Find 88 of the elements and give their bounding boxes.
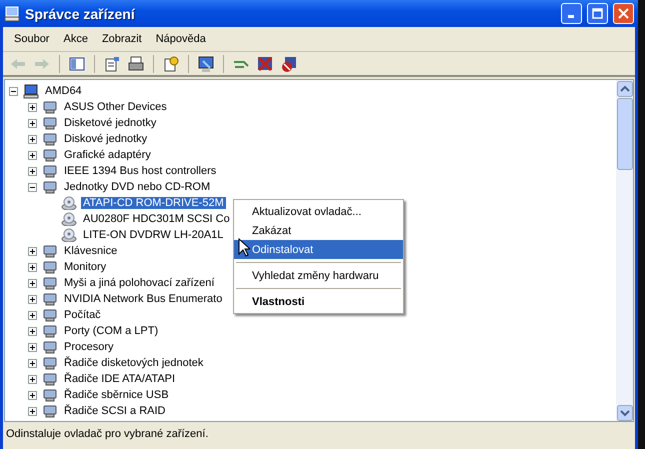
minimize-button[interactable] xyxy=(561,3,582,24)
computer-icon xyxy=(4,6,20,22)
expand-icon[interactable] xyxy=(28,390,37,400)
expand-icon[interactable] xyxy=(28,374,37,384)
tree-item[interactable]: AMD64 xyxy=(43,85,84,97)
tree-item[interactable]: Počítač xyxy=(62,309,103,321)
tree-item[interactable]: Řadiče IDE ATA/ATAPI xyxy=(62,373,178,385)
device-icon xyxy=(42,100,58,114)
expand-icon[interactable] xyxy=(28,118,37,128)
expand-icon[interactable] xyxy=(28,262,37,272)
tree-item[interactable]: Diskové jednotky xyxy=(62,133,150,145)
menu-item[interactable]: Akce xyxy=(56,33,95,45)
device-icon xyxy=(42,116,58,130)
expand-icon[interactable] xyxy=(28,134,37,144)
close-icon xyxy=(618,8,629,19)
menu-item[interactable]: Vlastnosti xyxy=(234,292,403,311)
close-button[interactable] xyxy=(613,3,634,24)
menu-item[interactable]: Odinstalovat xyxy=(234,240,403,259)
menu-item[interactable]: Aktualizovat ovladač... xyxy=(234,202,403,221)
expand-icon[interactable] xyxy=(28,342,37,352)
device-icon xyxy=(42,276,58,290)
expand-icon[interactable] xyxy=(28,150,37,160)
expand-icon[interactable] xyxy=(28,278,37,288)
device-icon xyxy=(42,388,58,402)
disc-drive-icon xyxy=(61,196,77,210)
tree-item[interactable]: LITE-ON DVDRW LH-20A1L xyxy=(81,229,226,241)
collapse-icon[interactable] xyxy=(28,182,37,192)
device-icon xyxy=(42,132,58,146)
tree-item[interactable]: Disketové jednotky xyxy=(62,117,158,129)
tree-item[interactable]: AU0280F HDC301M SCSI Co xyxy=(81,213,232,225)
device-icon xyxy=(42,340,58,354)
scroll-thumb[interactable] xyxy=(616,98,632,170)
expand-icon[interactable] xyxy=(28,310,37,320)
maximize-icon xyxy=(592,8,603,19)
menu-item[interactable]: Zakázat xyxy=(234,221,403,240)
menu-item[interactable]: Nápověda xyxy=(148,33,213,45)
cursor-icon xyxy=(238,238,250,257)
device-icon xyxy=(42,292,58,306)
tree-item[interactable]: Porty (COM a LPT) xyxy=(62,325,160,337)
monitor-icon[interactable] xyxy=(197,54,215,72)
menu-item[interactable]: Soubor xyxy=(7,33,56,45)
tree-item[interactable]: ASUS Other Devices xyxy=(62,101,169,113)
tree-item[interactable]: ATAPI-CD ROM-DRIVE-52M xyxy=(81,197,226,209)
expand-icon[interactable] xyxy=(28,246,37,256)
scroll-up-button[interactable] xyxy=(616,81,632,97)
expand-icon[interactable] xyxy=(28,102,37,112)
disc-drive-icon xyxy=(61,228,77,242)
tree-item[interactable]: Monitory xyxy=(62,261,108,273)
status-text: Odinstaluje ovladač pro vybrané zařízení. xyxy=(6,428,208,440)
tree-item[interactable]: Řadiče disketových jednotek xyxy=(62,357,206,369)
panel-icon[interactable] xyxy=(68,54,86,72)
device-icon xyxy=(42,372,58,386)
collapse-icon[interactable] xyxy=(9,86,18,96)
tree-item[interactable]: Procesory xyxy=(62,341,116,353)
tree-item[interactable]: Grafické adaptéry xyxy=(62,149,153,161)
device-icon xyxy=(42,148,58,162)
printer-icon[interactable] xyxy=(127,54,145,72)
window-title: Správce zařízení xyxy=(25,6,136,22)
device-icon xyxy=(42,308,58,322)
expand-icon[interactable] xyxy=(28,406,37,416)
tree-item[interactable]: IEEE 1394 Bus host controllers xyxy=(62,165,218,177)
device-icon xyxy=(42,356,58,370)
maximize-button[interactable] xyxy=(587,3,608,24)
help-icon[interactable] xyxy=(162,54,180,72)
device-icon xyxy=(42,180,58,194)
menu-item[interactable]: Vyhledat změny hardwaru xyxy=(234,266,403,285)
device-icon xyxy=(42,164,58,178)
expand-icon[interactable] xyxy=(28,166,37,176)
tree-item[interactable]: Klávesnice xyxy=(62,245,120,257)
device-icon xyxy=(42,260,58,274)
device-icon xyxy=(42,404,58,418)
tree-item[interactable]: Řadiče SCSI a RAID xyxy=(62,405,168,417)
expand-icon[interactable] xyxy=(28,326,37,336)
expand-icon[interactable] xyxy=(28,294,37,304)
expand-icon[interactable] xyxy=(28,358,37,368)
tree-item[interactable]: Myši a jiná polohovací zařízení xyxy=(62,277,216,289)
tree-item[interactable]: Jednotky DVD nebo CD-ROM xyxy=(62,181,212,193)
uninstall-icon[interactable] xyxy=(280,54,298,72)
properties-icon[interactable] xyxy=(103,54,121,72)
tree-item[interactable]: Řadiče sběrnice USB xyxy=(62,389,171,401)
disable-icon[interactable] xyxy=(256,54,274,72)
scroll-down-button[interactable] xyxy=(616,405,632,421)
tree-item[interactable]: NVIDIA Network Bus Enumerato xyxy=(62,293,224,305)
menu-item[interactable]: Zobrazit xyxy=(94,33,149,45)
device-icon xyxy=(42,324,58,338)
disc-drive-icon xyxy=(61,212,77,226)
device-icon xyxy=(42,244,58,258)
computer-icon xyxy=(23,84,39,98)
